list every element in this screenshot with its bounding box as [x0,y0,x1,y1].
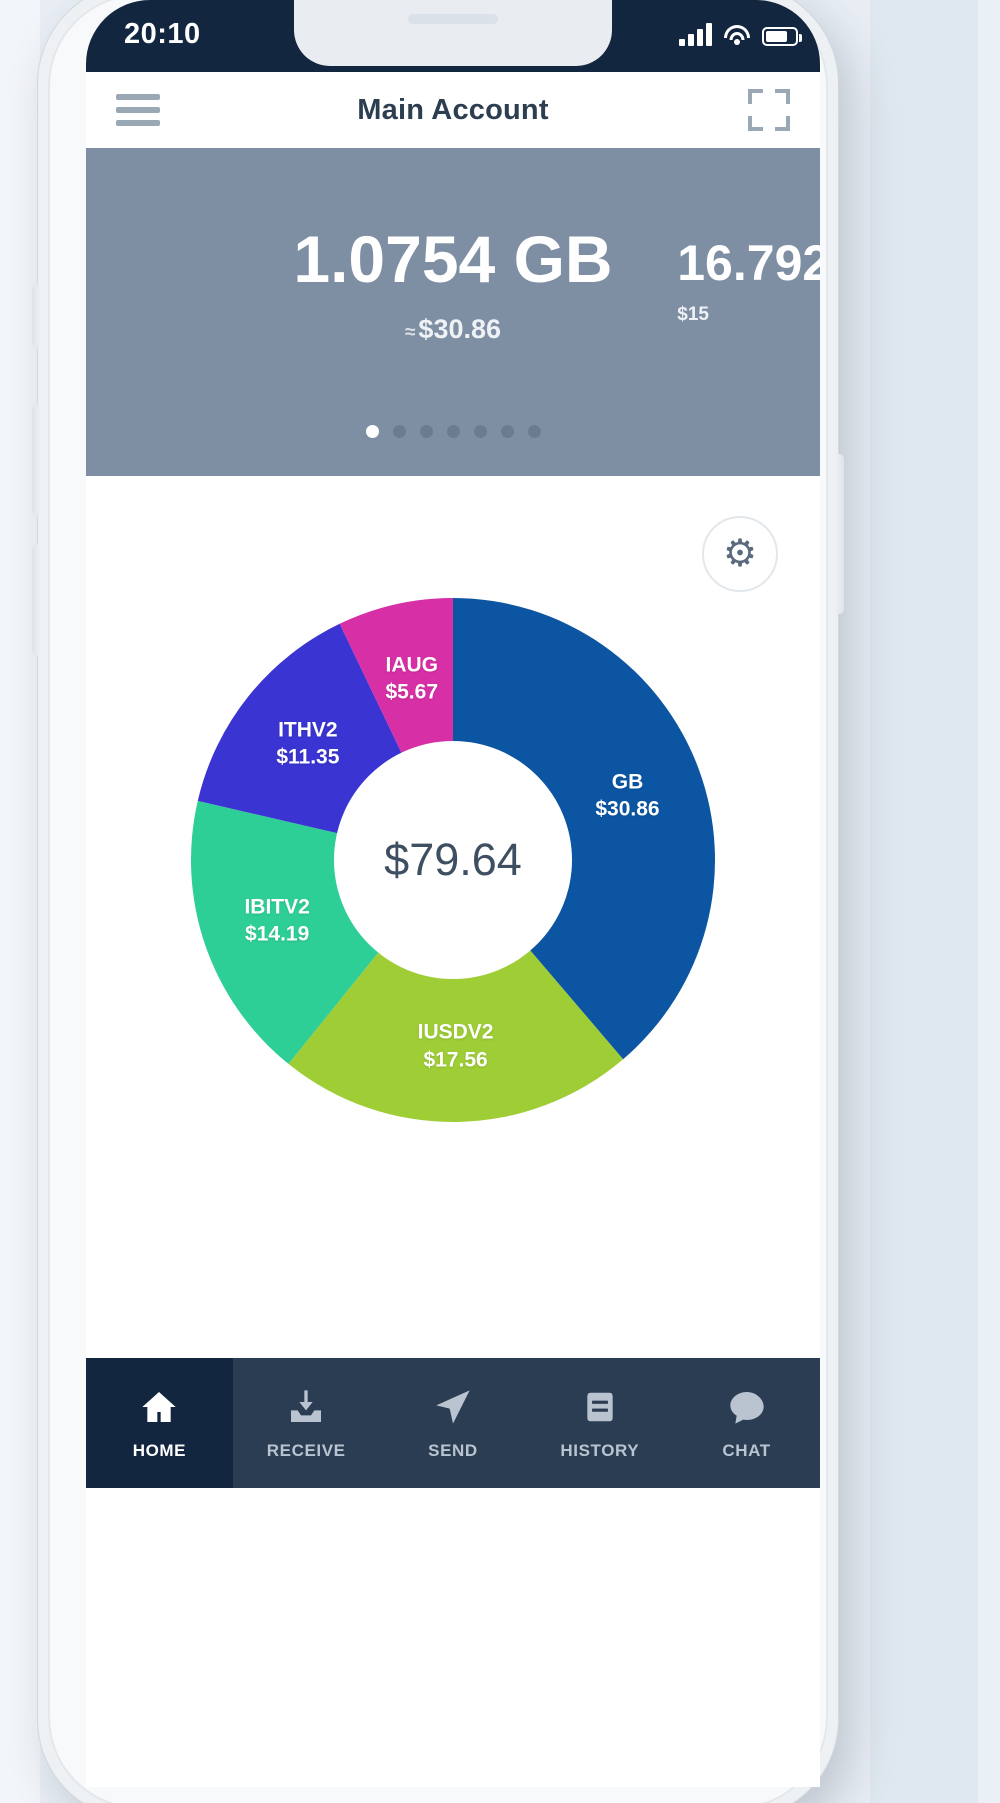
donut-label-name: IUSDV2 [417,1020,494,1044]
download-inbox-icon [286,1385,326,1429]
donut-label-name: IAUG [385,652,438,676]
tab-label-receive: RECEIVE [266,1441,346,1460]
device-notch [294,0,612,66]
phone-screen: 20:10 Main Account 1.0754 GB ≈ $30.86 16… [86,0,820,1787]
background-left-panel [0,0,40,1803]
home-icon [139,1385,179,1429]
tab-label-history: HISTORY [560,1441,640,1460]
balance-carousel[interactable]: 1.0754 GB ≈$30.86 16.7927 $15 [86,148,820,476]
main-content-area: ⚙ $79.64 GB $30.86 IUSDV2 $17.56 IBITV2 $14.1… [86,476,820,1488]
donut-label-iusdv2: IUSDV2 $17.56 [418,1018,494,1073]
donut-label-value: $14.19 [245,922,310,946]
donut-label-name: ITHV2 [278,717,338,741]
page-title: Main Account [357,93,549,126]
app-header-bar: Main Account [86,72,820,148]
archive-box-icon [581,1385,619,1429]
gear-icon[interactable]: ⚙ [702,516,778,592]
portfolio-total-value: $79.64 [384,834,522,885]
donut-label-ithv2: ITHV2 $11.35 [276,716,339,771]
tab-receive[interactable]: RECEIVE [233,1358,380,1488]
carousel-page-dots[interactable] [86,425,820,438]
balance-fiat-amount: $30.86 [418,314,502,344]
donut-label-name: IBITV2 [244,894,310,918]
tab-history[interactable]: HISTORY [526,1358,673,1488]
status-bar: 20:10 [86,0,820,72]
donut-center-hole: $79.64 [334,741,572,979]
gear-glyph: ⚙ [722,533,758,575]
earpiece-speaker [408,14,498,24]
donut-label-iaug: IAUG $5.67 [385,651,438,706]
donut-label-name: GB [611,769,644,793]
carousel-dot-3[interactable] [446,425,460,438]
donut-label-ibitv2: IBITV2 $14.19 [244,893,309,948]
volume-down-button[interactable] [32,544,40,656]
tab-chat[interactable]: CHAT [673,1358,820,1488]
donut-label-value: $30.86 [595,797,660,821]
donut-label-value: $11.35 [276,745,340,769]
cellular-signal-icon [679,22,712,46]
carousel-slide-next[interactable]: 16.7927 $15 [677,238,820,326]
carousel-dot-2[interactable] [419,425,433,438]
background-right-edge [978,0,1000,1803]
carousel-dot-1[interactable] [392,425,406,438]
battery-icon [762,27,802,46]
tab-label-send: SEND [428,1441,478,1460]
donut-label-gb: GB $30.86 [595,768,659,823]
donut-label-value: $17.56 [423,1047,488,1071]
approx-symbol: ≈ [404,322,416,343]
tab-send[interactable]: SEND [380,1358,527,1488]
volume-up-button[interactable] [32,404,40,516]
status-bar-indicators [679,22,802,46]
carousel-dot-4[interactable] [473,425,487,438]
hamburger-menu-icon[interactable] [116,94,160,126]
phone-device-frame: 20:10 Main Account 1.0754 GB ≈ $30.86 16… [32,0,844,1803]
carousel-dot-6[interactable] [527,425,541,438]
paper-plane-icon [433,1385,473,1429]
next-balance-amount: 16.7927 [677,235,820,291]
tab-label-chat: CHAT [722,1441,771,1460]
bottom-tab-bar[interactable]: HOME RECEIVE SEND HISTORY CHAT [86,1358,820,1488]
portfolio-donut-chart[interactable]: $79.64 GB $30.86 IUSDV2 $17.56 IBITV2 $14.19 I… [86,598,820,1122]
tab-label-home: HOME [132,1441,187,1460]
power-button[interactable] [836,454,844,614]
carousel-dot-0[interactable] [365,425,379,438]
wifi-icon [723,24,751,46]
chat-bubble-icon [727,1385,767,1429]
tab-home[interactable]: HOME [86,1358,233,1488]
donut-chart-graphic[interactable]: $79.64 GB $30.86 IUSDV2 $17.56 IBITV2 $14.19 I… [191,598,715,1122]
screenshot-root: 20:10 Main Account 1.0754 GB ≈ $30.86 16… [0,0,1000,1803]
mute-switch-button[interactable] [32,284,40,348]
carousel-dot-5[interactable] [500,425,514,438]
fullscreen-scan-icon[interactable] [748,89,790,131]
next-balance-fiat: $15 [677,304,709,325]
status-bar-clock: 20:10 [124,18,201,50]
donut-label-value: $5.67 [385,680,439,704]
